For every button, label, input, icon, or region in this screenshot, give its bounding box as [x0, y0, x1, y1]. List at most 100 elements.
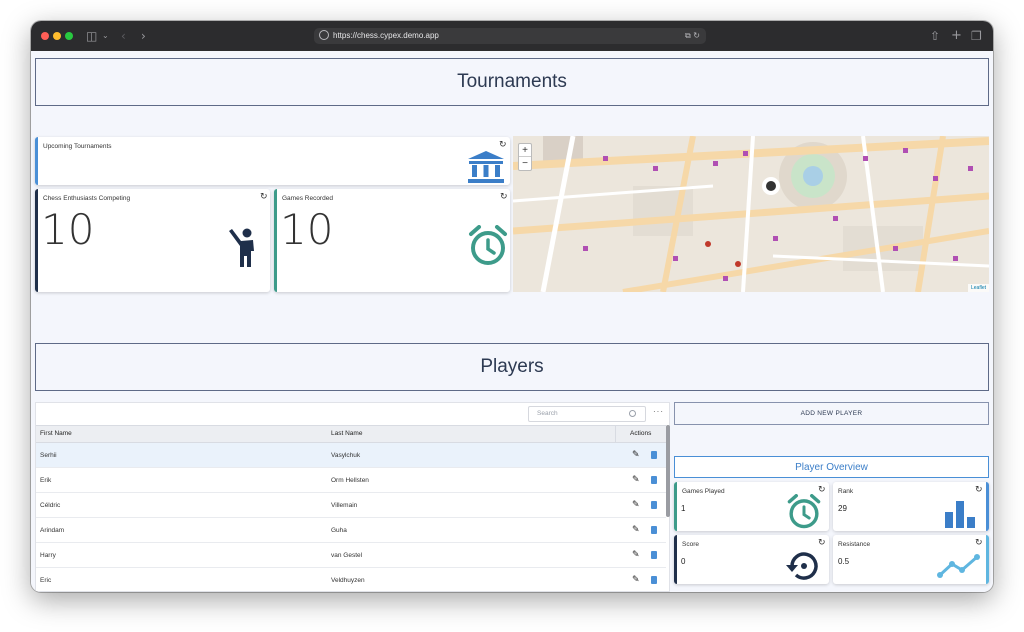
new-tab-icon[interactable]: +: [951, 28, 962, 44]
search-icon: [629, 410, 636, 417]
browser-window: ◫ ⌄ ‹ › https://chess.cypex.demo.app ⧉ ↻…: [31, 21, 993, 592]
score-value: 0: [681, 557, 686, 566]
delete-icon[interactable]: [651, 476, 657, 484]
card-title: Upcoming Tournaments: [43, 143, 112, 150]
close-window-button[interactable]: [41, 32, 49, 40]
refresh-icon[interactable]: ↻: [500, 192, 508, 202]
edit-icon[interactable]: ✎: [632, 550, 640, 560]
last-name-cell: Villemain: [331, 502, 358, 509]
games-played-value: 1: [681, 504, 686, 513]
score-card: Score ↻ 0: [674, 535, 829, 584]
last-name-cell: Guha: [331, 527, 347, 534]
card-accent: [986, 535, 989, 584]
more-options-icon[interactable]: ···: [653, 407, 664, 416]
address-url: https://chess.cypex.demo.app: [333, 31, 439, 40]
first-name-cell: Céldric: [40, 502, 61, 509]
card-title: Resistance: [838, 541, 871, 548]
table-row[interactable]: Eric Veldhuyzen ✎: [36, 568, 666, 592]
first-name-cell: Eric: [40, 577, 52, 584]
sidebar-toggle-icon[interactable]: ◫: [86, 28, 97, 44]
games-played-card: Games Played ↻ 1: [674, 482, 829, 531]
card-accent: [274, 189, 277, 292]
column-header-first-name[interactable]: First Name: [40, 430, 72, 437]
alarm-clock-icon: [469, 225, 507, 265]
table-row[interactable]: Serhii Vasylchuk ✎: [36, 443, 666, 468]
edit-icon[interactable]: ✎: [632, 450, 640, 460]
games-recorded-card: Games Recorded ↻ 10: [274, 189, 510, 292]
card-accent: [986, 482, 989, 531]
forward-icon[interactable]: ›: [141, 28, 146, 44]
table-row[interactable]: Arindam Guha ✎: [36, 518, 666, 543]
edit-icon[interactable]: ✎: [632, 525, 640, 535]
zoom-in-button[interactable]: +: [519, 144, 531, 157]
table-toolbar: Search ···: [36, 403, 669, 425]
enthusiasts-card: Chess Enthusiasts Competing ↻ 10: [35, 189, 270, 292]
resistance-value: 0.5: [838, 557, 850, 566]
delete-icon[interactable]: [651, 501, 657, 509]
delete-icon[interactable]: [651, 576, 657, 584]
last-name-cell: Vasylchuk: [331, 452, 361, 459]
table-scrollbar[interactable]: [666, 425, 670, 517]
bank-icon: [468, 151, 504, 183]
share-icon[interactable]: ⇧: [930, 28, 940, 44]
reload-icon[interactable]: ⧉ ↻: [685, 29, 700, 43]
back-icon[interactable]: ‹: [121, 28, 126, 44]
first-name-cell: Serhii: [40, 452, 57, 459]
card-accent: [674, 535, 677, 584]
map-zoom-control: + −: [518, 143, 532, 171]
map-attribution[interactable]: Leaflet: [967, 284, 989, 292]
table-header: First Name Last Name Actions: [36, 425, 666, 443]
last-name-cell: van Gestel: [331, 552, 363, 559]
add-new-player-button[interactable]: ADD NEW PLAYER: [674, 402, 989, 425]
column-divider: [615, 425, 616, 443]
minimize-window-button[interactable]: [53, 32, 61, 40]
search-input[interactable]: Search: [528, 406, 646, 422]
first-name-cell: Harry: [40, 552, 56, 559]
page-content: Tournaments Upcoming Tournaments ↻ Chess…: [31, 51, 993, 592]
players-table: Search ··· First Name Last Name Actions …: [35, 402, 670, 592]
edit-icon[interactable]: ✎: [632, 500, 640, 510]
tournaments-banner: Tournaments: [35, 58, 989, 106]
column-header-last-name[interactable]: Last Name: [331, 430, 362, 437]
card-title: Games Played: [682, 488, 725, 495]
card-title: Score: [682, 541, 699, 548]
alarm-clock-icon: [787, 494, 821, 529]
upcoming-tournaments-card: Upcoming Tournaments ↻: [35, 137, 510, 185]
table-row[interactable]: Harry van Gestel ✎: [36, 543, 666, 568]
enthusiasts-count: 10: [41, 205, 95, 254]
line-chart-icon: [937, 554, 980, 578]
search-placeholder: Search: [537, 410, 558, 417]
refresh-icon[interactable]: ↻: [975, 538, 983, 548]
edit-icon[interactable]: ✎: [632, 475, 640, 485]
delete-icon[interactable]: [651, 551, 657, 559]
games-count: 10: [280, 205, 334, 254]
map-tiles: [513, 136, 989, 292]
card-accent: [35, 137, 38, 185]
globe-icon: [319, 30, 329, 40]
refresh-icon[interactable]: ↻: [975, 485, 983, 495]
address-bar[interactable]: https://chess.cypex.demo.app ⧉ ↻: [314, 28, 706, 44]
last-name-cell: Orm Hellsten: [331, 477, 369, 484]
card-accent: [674, 482, 677, 531]
refresh-icon[interactable]: ↻: [818, 538, 826, 548]
card-title: Rank: [838, 488, 854, 495]
zoom-out-button[interactable]: −: [519, 157, 531, 170]
table-row[interactable]: Céldric Villemain ✎: [36, 493, 666, 518]
column-header-actions: Actions: [630, 430, 652, 437]
tournament-map[interactable]: + − Leaflet: [513, 136, 989, 292]
person-waving-icon: [229, 228, 254, 267]
refresh-icon[interactable]: ↻: [260, 192, 268, 202]
player-overview-title: Player Overview: [674, 456, 989, 478]
tab-overview-icon[interactable]: ❐: [971, 28, 982, 44]
card-title: Chess Enthusiasts Competing: [43, 195, 131, 202]
rank-card: Rank ↻ 29: [833, 482, 989, 531]
table-row[interactable]: Erik Orm Hellsten ✎: [36, 468, 666, 493]
edit-icon[interactable]: ✎: [632, 575, 640, 585]
delete-icon[interactable]: [651, 526, 657, 534]
refresh-icon[interactable]: ↻: [499, 140, 507, 150]
delete-icon[interactable]: [651, 451, 657, 459]
first-name-cell: Arindam: [40, 527, 65, 534]
chevron-down-icon[interactable]: ⌄: [102, 28, 109, 44]
zoom-window-button[interactable]: [65, 32, 73, 40]
players-banner: Players: [35, 343, 989, 391]
